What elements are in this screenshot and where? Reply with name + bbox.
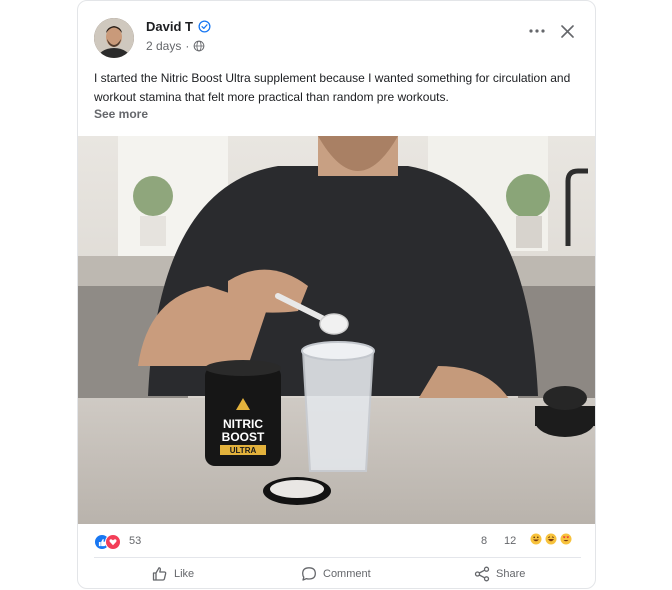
post-photo[interactable]: NITRIC BOOST ULTRA [78, 136, 595, 524]
post-card: David T 2 days · I started the Nitric Bo… [77, 0, 596, 589]
heart-eyes-emoji-icon [560, 533, 572, 545]
post-header: David T 2 days · [78, 1, 595, 65]
avatar-image [94, 18, 134, 58]
meta-separator: · [185, 39, 190, 53]
stat-count-a[interactable]: 8 [481, 535, 487, 547]
share-icon [474, 566, 490, 582]
author-name[interactable]: David T [146, 19, 211, 34]
grin-emoji-icon [530, 533, 542, 545]
more-icon [529, 29, 545, 33]
post-meta: 2 days · [146, 39, 205, 53]
product-brand-line1: NITRIC [223, 417, 263, 431]
comment-icon [302, 567, 316, 581]
avatar[interactable] [94, 18, 134, 58]
like-button[interactable]: Like [152, 564, 194, 584]
emoji-reactions[interactable] [530, 533, 572, 545]
reactions-bar: 53 8 12 [78, 525, 595, 557]
stat-count-b[interactable]: 12 [504, 535, 516, 547]
like-icon [152, 567, 167, 581]
action-bar: Like Comment Share [78, 558, 595, 588]
photo-illustration: NITRIC BOOST ULTRA [78, 136, 595, 524]
comment-label: Comment [323, 568, 371, 580]
product-brand-line2: BOOST [222, 430, 265, 444]
close-icon [560, 24, 574, 38]
like-label: Like [174, 568, 195, 580]
globe-icon[interactable] [193, 40, 205, 52]
comment-button[interactable]: Comment [301, 564, 371, 584]
post-time[interactable]: 2 days [146, 39, 181, 53]
see-more-link[interactable]: See more [94, 107, 148, 121]
love-reaction-icon [105, 534, 121, 550]
more-options-button[interactable] [527, 21, 547, 41]
laugh-emoji-icon [545, 533, 557, 545]
reaction-icons[interactable] [94, 534, 122, 550]
product-sub-label: ULTRA [230, 446, 257, 455]
author-name-text[interactable]: David T [146, 19, 193, 34]
close-button[interactable] [557, 21, 577, 41]
verified-icon [198, 20, 211, 33]
share-label: Share [496, 568, 526, 580]
post-body-text: I started the Nitric Boost Ultra supplem… [94, 71, 571, 104]
reaction-count[interactable]: 53 [129, 535, 141, 547]
share-button[interactable]: Share [474, 564, 525, 584]
